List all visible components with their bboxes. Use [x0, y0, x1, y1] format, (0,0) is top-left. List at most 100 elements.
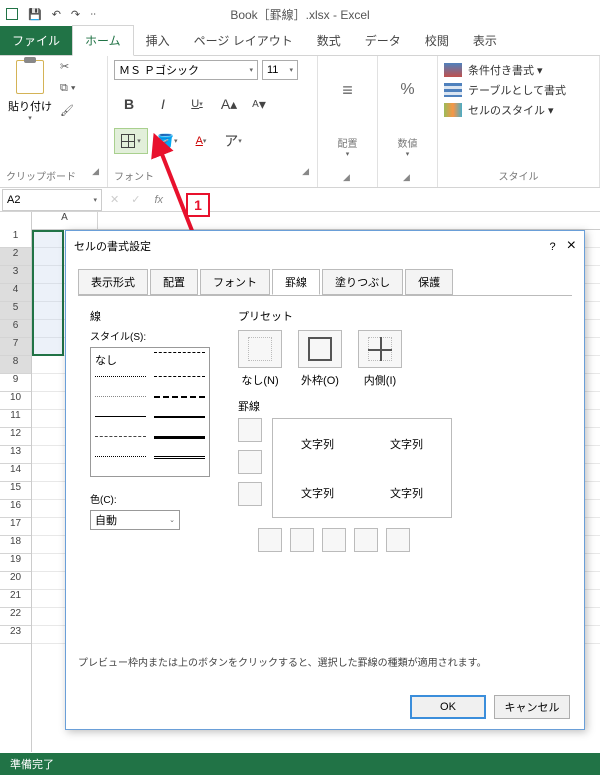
row-header[interactable]: 2 [0, 248, 31, 266]
style-dashdotdot[interactable] [95, 456, 146, 468]
font-size-select[interactable]: 11▾ [262, 60, 298, 80]
alignment-launcher-icon[interactable]: ◢ [343, 172, 352, 183]
clipboard-launcher-icon[interactable]: ◢ [92, 166, 101, 183]
paste-button[interactable]: 貼り付け ▾ [6, 60, 54, 122]
row-header[interactable]: 16 [0, 500, 31, 518]
row-header[interactable]: 13 [0, 446, 31, 464]
format-painter-icon[interactable]: 🖌 [60, 104, 78, 120]
borders-button[interactable]: ▾ [114, 128, 148, 154]
tab-protection[interactable]: 保護 [405, 269, 453, 295]
style-medium[interactable] [154, 416, 205, 428]
border-preview[interactable]: 文字列 文字列 文字列 文字列 [272, 418, 452, 518]
grow-font-button[interactable]: A▴ [216, 92, 242, 116]
style-none[interactable]: なし [95, 352, 146, 372]
save-icon[interactable]: 💾 [28, 8, 42, 21]
border-diag-down-button[interactable] [386, 528, 410, 552]
border-bottom-button[interactable] [238, 482, 262, 506]
style-mdash[interactable] [154, 396, 205, 408]
copy-icon[interactable]: ⧉ ▾ [60, 82, 78, 98]
preset-outline-button[interactable] [298, 330, 342, 368]
cell-styles-button[interactable]: セルのスタイル ▾ [444, 100, 593, 120]
ok-button[interactable]: OK [410, 695, 486, 719]
style-thin[interactable] [95, 416, 146, 428]
preset-none-button[interactable] [238, 330, 282, 368]
row-header[interactable]: 1 [0, 230, 31, 248]
tab-number-format[interactable]: 表示形式 [78, 269, 148, 295]
tab-formulas[interactable]: 数式 [305, 26, 353, 55]
name-box[interactable]: A2▾ [2, 189, 102, 211]
enter-formula-icon[interactable]: ✓ [125, 193, 146, 206]
tab-file[interactable]: ファイル [0, 26, 72, 55]
customize-qat-icon[interactable]: ᐧᐧ [90, 8, 96, 21]
cancel-formula-icon[interactable]: ✕ [104, 193, 125, 206]
row-header[interactable]: 19 [0, 554, 31, 572]
line-style-list[interactable]: なし [90, 347, 210, 477]
row-header[interactable]: 11 [0, 410, 31, 428]
row-header[interactable]: 15 [0, 482, 31, 500]
row-header[interactable]: 18 [0, 536, 31, 554]
border-top-button[interactable] [238, 418, 262, 442]
style-dashed[interactable] [154, 352, 205, 364]
tab-insert[interactable]: 挿入 [134, 26, 182, 55]
number-format-button[interactable]: % [400, 60, 414, 120]
row-header[interactable]: 22 [0, 608, 31, 626]
row-header[interactable]: 6 [0, 320, 31, 338]
style-dash2[interactable] [154, 376, 205, 388]
cancel-button[interactable]: キャンセル [494, 695, 570, 719]
row-header[interactable]: 17 [0, 518, 31, 536]
underline-button[interactable]: U▾ [182, 92, 212, 116]
redo-icon[interactable]: ↷ [71, 8, 80, 21]
style-hair[interactable] [95, 396, 146, 408]
close-button[interactable]: × [567, 237, 576, 254]
font-launcher-icon[interactable]: ◢ [302, 166, 311, 183]
tab-data[interactable]: データ [353, 26, 413, 55]
style-dotted[interactable] [95, 376, 146, 388]
alignment-group-label: 配置 [338, 137, 358, 150]
style-dashdot[interactable] [95, 436, 146, 448]
tab-view[interactable]: 表示 [461, 26, 509, 55]
phonetic-button[interactable]: ア▾ [220, 129, 246, 153]
fx-icon[interactable]: fx [146, 194, 171, 206]
format-as-table-button[interactable]: テーブルとして書式 [444, 80, 593, 100]
tab-review[interactable]: 校閲 [413, 26, 461, 55]
tab-fill[interactable]: 塗りつぶし [322, 269, 403, 295]
row-header[interactable]: 9 [0, 374, 31, 392]
row-header[interactable]: 21 [0, 590, 31, 608]
tab-font[interactable]: フォント [200, 269, 270, 295]
alignment-icon[interactable]: ≡ [342, 60, 353, 120]
row-header[interactable]: 4 [0, 284, 31, 302]
bold-button[interactable]: B [114, 92, 144, 116]
font-name-select[interactable]: ＭＳ Ｐゴシック▾ [114, 60, 258, 80]
style-double[interactable] [154, 456, 205, 468]
border-middle-button[interactable] [238, 450, 262, 474]
color-select[interactable]: 自動⌄ [90, 510, 180, 530]
cut-icon[interactable]: ✂ [60, 60, 78, 76]
row-header[interactable]: 14 [0, 464, 31, 482]
row-header[interactable]: 12 [0, 428, 31, 446]
tab-home[interactable]: ホーム [72, 25, 134, 56]
border-diag-up-button[interactable] [258, 528, 282, 552]
style-thick[interactable] [154, 436, 205, 448]
row-header[interactable]: 23 [0, 626, 31, 644]
number-launcher-icon[interactable]: ◢ [403, 172, 412, 183]
border-center-button[interactable] [322, 528, 346, 552]
paste-dropdown-icon[interactable]: ▾ [28, 114, 32, 122]
row-header[interactable]: 8 [0, 356, 31, 374]
row-header[interactable]: 5 [0, 302, 31, 320]
border-left-button[interactable] [290, 528, 314, 552]
tab-border[interactable]: 罫線 [272, 269, 320, 295]
row-header[interactable]: 3 [0, 266, 31, 284]
conditional-formatting-button[interactable]: 条件付き書式 ▾ [444, 60, 593, 80]
help-button[interactable]: ? [541, 241, 563, 253]
row-header[interactable]: 20 [0, 572, 31, 590]
row-header[interactable]: 10 [0, 392, 31, 410]
tab-page-layout[interactable]: ページ レイアウト [182, 26, 305, 55]
col-header[interactable]: A [32, 212, 98, 229]
row-header[interactable]: 7 [0, 338, 31, 356]
shrink-font-button[interactable]: A▾ [246, 92, 272, 116]
tab-alignment[interactable]: 配置 [150, 269, 198, 295]
preset-inside-button[interactable] [358, 330, 402, 368]
undo-icon[interactable]: ↶ [52, 8, 61, 21]
border-right-button[interactable] [354, 528, 378, 552]
italic-button[interactable]: I [148, 92, 178, 116]
